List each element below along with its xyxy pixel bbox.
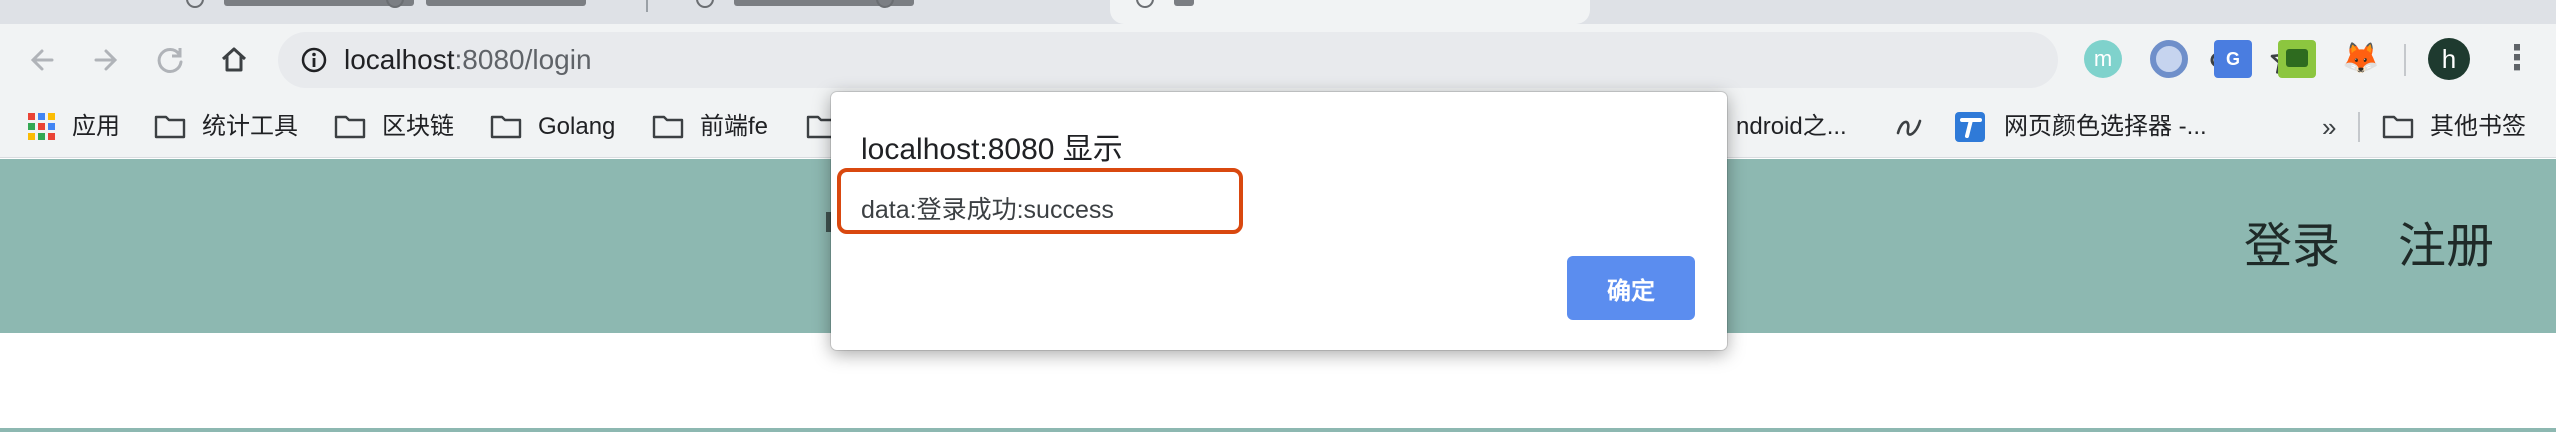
tab-separator <box>646 0 648 12</box>
more-bookmarks-chevron-icon[interactable]: » <box>2322 96 2336 158</box>
folder-icon <box>154 115 186 139</box>
nav-login-link[interactable]: 登录 <box>2244 212 2340 282</box>
bookmark-label: 统计工具 <box>202 113 298 140</box>
url-text[interactable]: localhost:8080/login <box>344 32 592 88</box>
t-logo-icon <box>1955 112 1985 142</box>
tab-favicon-icon <box>386 0 404 8</box>
tab-title-fragment <box>1174 0 1194 6</box>
toolbar-divider <box>2404 44 2406 76</box>
google-translate-icon[interactable]: G <box>2214 40 2252 78</box>
reload-icon[interactable] <box>150 40 190 80</box>
folder-icon <box>2382 115 2414 139</box>
bookmark-label: 网页颜色选择器 -... <box>2004 113 2207 140</box>
green-extension-icon[interactable] <box>2278 40 2316 78</box>
site-info-icon[interactable] <box>300 46 328 74</box>
bookmark-android[interactable]: ndroid之... <box>1736 96 1847 158</box>
bookmarks-divider <box>2358 112 2360 142</box>
folder-icon <box>490 115 522 139</box>
folder-icon <box>652 115 684 139</box>
url-path: :8080/login <box>454 44 592 75</box>
m-extension-icon[interactable]: m <box>2084 40 2122 78</box>
dialog-message: data:登录成功:success <box>861 196 1114 224</box>
forward-icon[interactable] <box>86 40 126 80</box>
bookmark-label: 应用 <box>72 113 120 140</box>
bookmark-label: Golang <box>538 113 616 140</box>
browser-tab[interactable] <box>660 0 1100 24</box>
url-host: localhost <box>344 44 455 75</box>
address-bar[interactable]: localhost:8080/login <box>278 32 2302 88</box>
metamask-fox-icon[interactable]: 🦊 <box>2342 40 2380 78</box>
tab-title-fragment <box>426 0 586 6</box>
browser-tab[interactable] <box>150 0 630 24</box>
ring-extension-icon[interactable] <box>2150 40 2188 78</box>
apps-grid-icon <box>28 113 55 140</box>
bookmark-label: ndroid之... <box>1736 113 1847 140</box>
bookmark-label: 区块链 <box>382 113 454 140</box>
more-menu-icon[interactable]: ⋮ <box>2500 40 2534 80</box>
home-icon[interactable] <box>214 40 254 80</box>
folder-icon <box>334 115 366 139</box>
bookmark-label: 前端fe <box>700 113 769 140</box>
active-browser-tab[interactable] <box>1110 0 1590 24</box>
tab-strip <box>0 0 2556 24</box>
ok-button[interactable]: 确定 <box>1567 256 1695 320</box>
bookmark-label: 其他书签 <box>2430 113 2526 140</box>
profile-avatar[interactable]: h <box>2428 38 2470 80</box>
script-logo-icon <box>1896 119 1922 136</box>
tab-favicon-icon <box>186 0 204 8</box>
page-divider <box>0 428 2556 432</box>
browser-toolbar: localhost:8080/login m G 🦊 h ⋮ <box>0 24 2556 96</box>
browser-tab[interactable] <box>1590 0 2556 24</box>
tab-favicon-icon <box>876 0 894 8</box>
dialog-title: localhost:8080 显示 <box>861 133 1123 166</box>
tab-favicon-icon <box>1136 0 1154 8</box>
tab-favicon-icon <box>696 0 714 8</box>
alert-dialog: localhost:8080 显示 data:登录成功:success 确定 <box>831 92 1727 350</box>
nav-register-link[interactable]: 注册 <box>2398 212 2494 282</box>
back-icon[interactable] <box>22 40 62 80</box>
